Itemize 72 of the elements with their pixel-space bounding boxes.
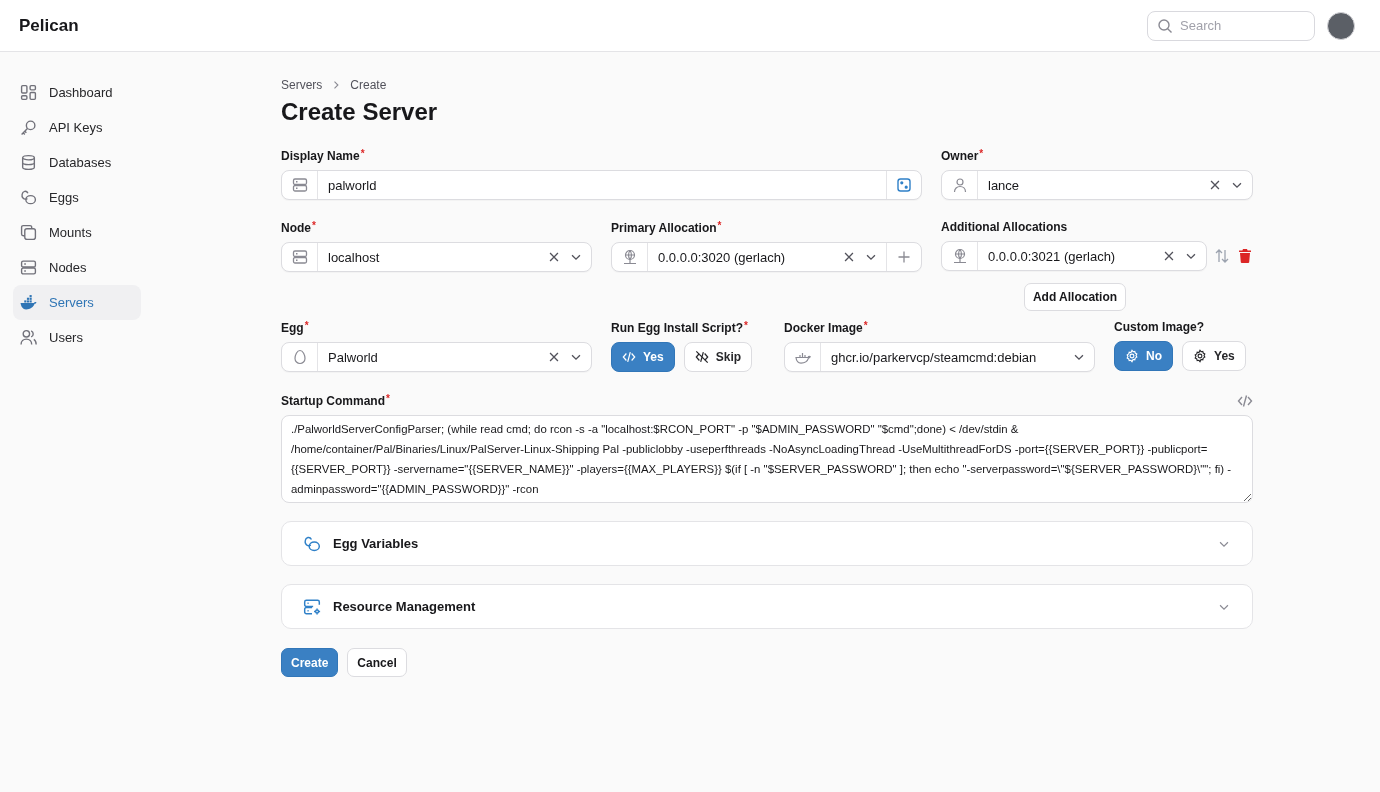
startup-command-field[interactable]: ./PalworldServerConfigParser; (while read cmd; do rcon -s -a "localhost:$RCON_PORT" -p "$ADMIN_PASSWORD" "$cmd";done) < /dev/stdin & /home/container/Pal/Binaries/Linux/PalServer-Linux-Shipping Pal -publiclobby -useperfthreads -NoAsyncLoadingThread -UseMultithreadForDS -port={{SERVER_PORT}} -publicport={{SERVER_PORT}} -servername="{{SERVER_NAME}}" -players={{MAX_PLAYERS}} $(if [ -n "$SERVER_PASSWORD" ]; then echo "-serverpassword=\"${SERVER_PASSWORD}\""; fi) -adminpassword="{{ADMIN_PASSWORD}}" -rcon xyxy=(281,415,1253,503)
avatar[interactable] xyxy=(1327,11,1355,40)
user-icon xyxy=(951,177,968,193)
sidebar-item[interactable]: Servers xyxy=(13,285,141,320)
app-logo[interactable]: Pelican xyxy=(19,15,79,36)
code-icon xyxy=(1237,393,1253,409)
sidebar-item[interactable]: Mounts xyxy=(13,215,141,250)
section-title: Egg Variables xyxy=(333,536,420,551)
breadcrumb-link[interactable]: Servers xyxy=(281,78,323,92)
create-button[interactable]: Create xyxy=(281,648,339,677)
custom-image-option[interactable]: No xyxy=(1114,341,1174,371)
dice-icon xyxy=(896,177,912,193)
sidebar-item[interactable]: Eggs xyxy=(13,180,141,215)
accordion-panel[interactable]: Egg Variables xyxy=(281,521,1253,566)
section-title: Resource Management xyxy=(333,599,477,614)
dashboard-icon xyxy=(20,84,37,101)
clear-icon[interactable] xyxy=(1208,178,1222,192)
install-script-option[interactable]: Skip xyxy=(683,342,753,372)
search-field[interactable]: Search xyxy=(1147,10,1315,41)
accordion-panel[interactable]: Resource Management xyxy=(281,584,1253,629)
custom-image-option[interactable]: Yes xyxy=(1182,341,1246,371)
eggs-icon xyxy=(20,189,37,206)
field-label: Additional Allocations xyxy=(941,220,1069,234)
whale-icon xyxy=(20,294,37,311)
field-label: Primary Allocation$^{*}$ xyxy=(611,220,723,235)
display-name-field[interactable]: palworld xyxy=(281,170,922,200)
field-label: Display Name$^{*}$ xyxy=(281,148,366,163)
code-icon xyxy=(622,350,636,364)
sidebar-item[interactable]: Users xyxy=(13,320,141,355)
page-title: Create Server xyxy=(281,98,439,126)
field-label: Egg$^{*}$ xyxy=(281,320,310,335)
server-icon xyxy=(291,177,308,193)
owner-select[interactable]: lance xyxy=(941,170,1253,200)
clear-icon[interactable] xyxy=(842,250,856,264)
sidebar-item[interactable]: Databases xyxy=(13,145,141,180)
primary-allocation-select[interactable]: 0.0.0.0:3020 (gerlach) xyxy=(611,242,922,272)
additional-allocation-select[interactable]: 0.0.0.0:3021 (gerlach) xyxy=(941,241,1207,271)
sidebar-item[interactable]: API Keys xyxy=(13,110,141,145)
gear-icon xyxy=(1193,349,1208,363)
trash-icon[interactable] xyxy=(1237,248,1253,264)
clear-icon[interactable] xyxy=(547,250,561,264)
field-label: Owner$^{*}$ xyxy=(941,148,985,163)
copy-icon xyxy=(20,224,37,241)
egg-icon xyxy=(291,349,308,365)
field-label: Custom Image? xyxy=(1114,320,1206,334)
network-icon xyxy=(951,248,968,264)
field-label: Run Egg Install Script?$^{*}$ xyxy=(611,320,749,335)
field-label: Docker Image$^{*}$ xyxy=(784,320,869,335)
breadcrumb-current: Create xyxy=(350,78,387,92)
clear-icon[interactable] xyxy=(1162,249,1176,263)
add-allocation-button[interactable]: Add Allocation xyxy=(1023,283,1127,311)
gear-icon xyxy=(1125,349,1140,363)
install-script-option[interactable]: Yes xyxy=(611,342,675,372)
server-icon xyxy=(20,259,37,276)
plus-icon xyxy=(896,249,912,265)
network-icon xyxy=(621,249,638,265)
sidebar-item[interactable]: Dashboard xyxy=(13,75,141,110)
key-icon xyxy=(20,119,37,136)
code-off-icon xyxy=(694,350,709,364)
docker-image-select[interactable]: ghcr.io/parkervcp/steamcmd:debian xyxy=(784,342,1096,372)
database-icon xyxy=(20,154,37,171)
clear-icon[interactable] xyxy=(547,350,561,364)
users-icon xyxy=(20,329,37,346)
node-select[interactable]: localhost xyxy=(281,242,592,272)
server-settings-icon xyxy=(303,597,321,616)
server-icon xyxy=(291,249,308,265)
field-label: Node$^{*}$ xyxy=(281,220,317,235)
egg-select[interactable]: Palworld xyxy=(281,342,592,372)
cancel-button[interactable]: Cancel xyxy=(347,648,407,677)
field-label: Startup Command$^{*}$ xyxy=(281,393,390,408)
sidebar-item[interactable]: Nodes xyxy=(13,250,141,285)
eggs-icon xyxy=(303,534,321,553)
